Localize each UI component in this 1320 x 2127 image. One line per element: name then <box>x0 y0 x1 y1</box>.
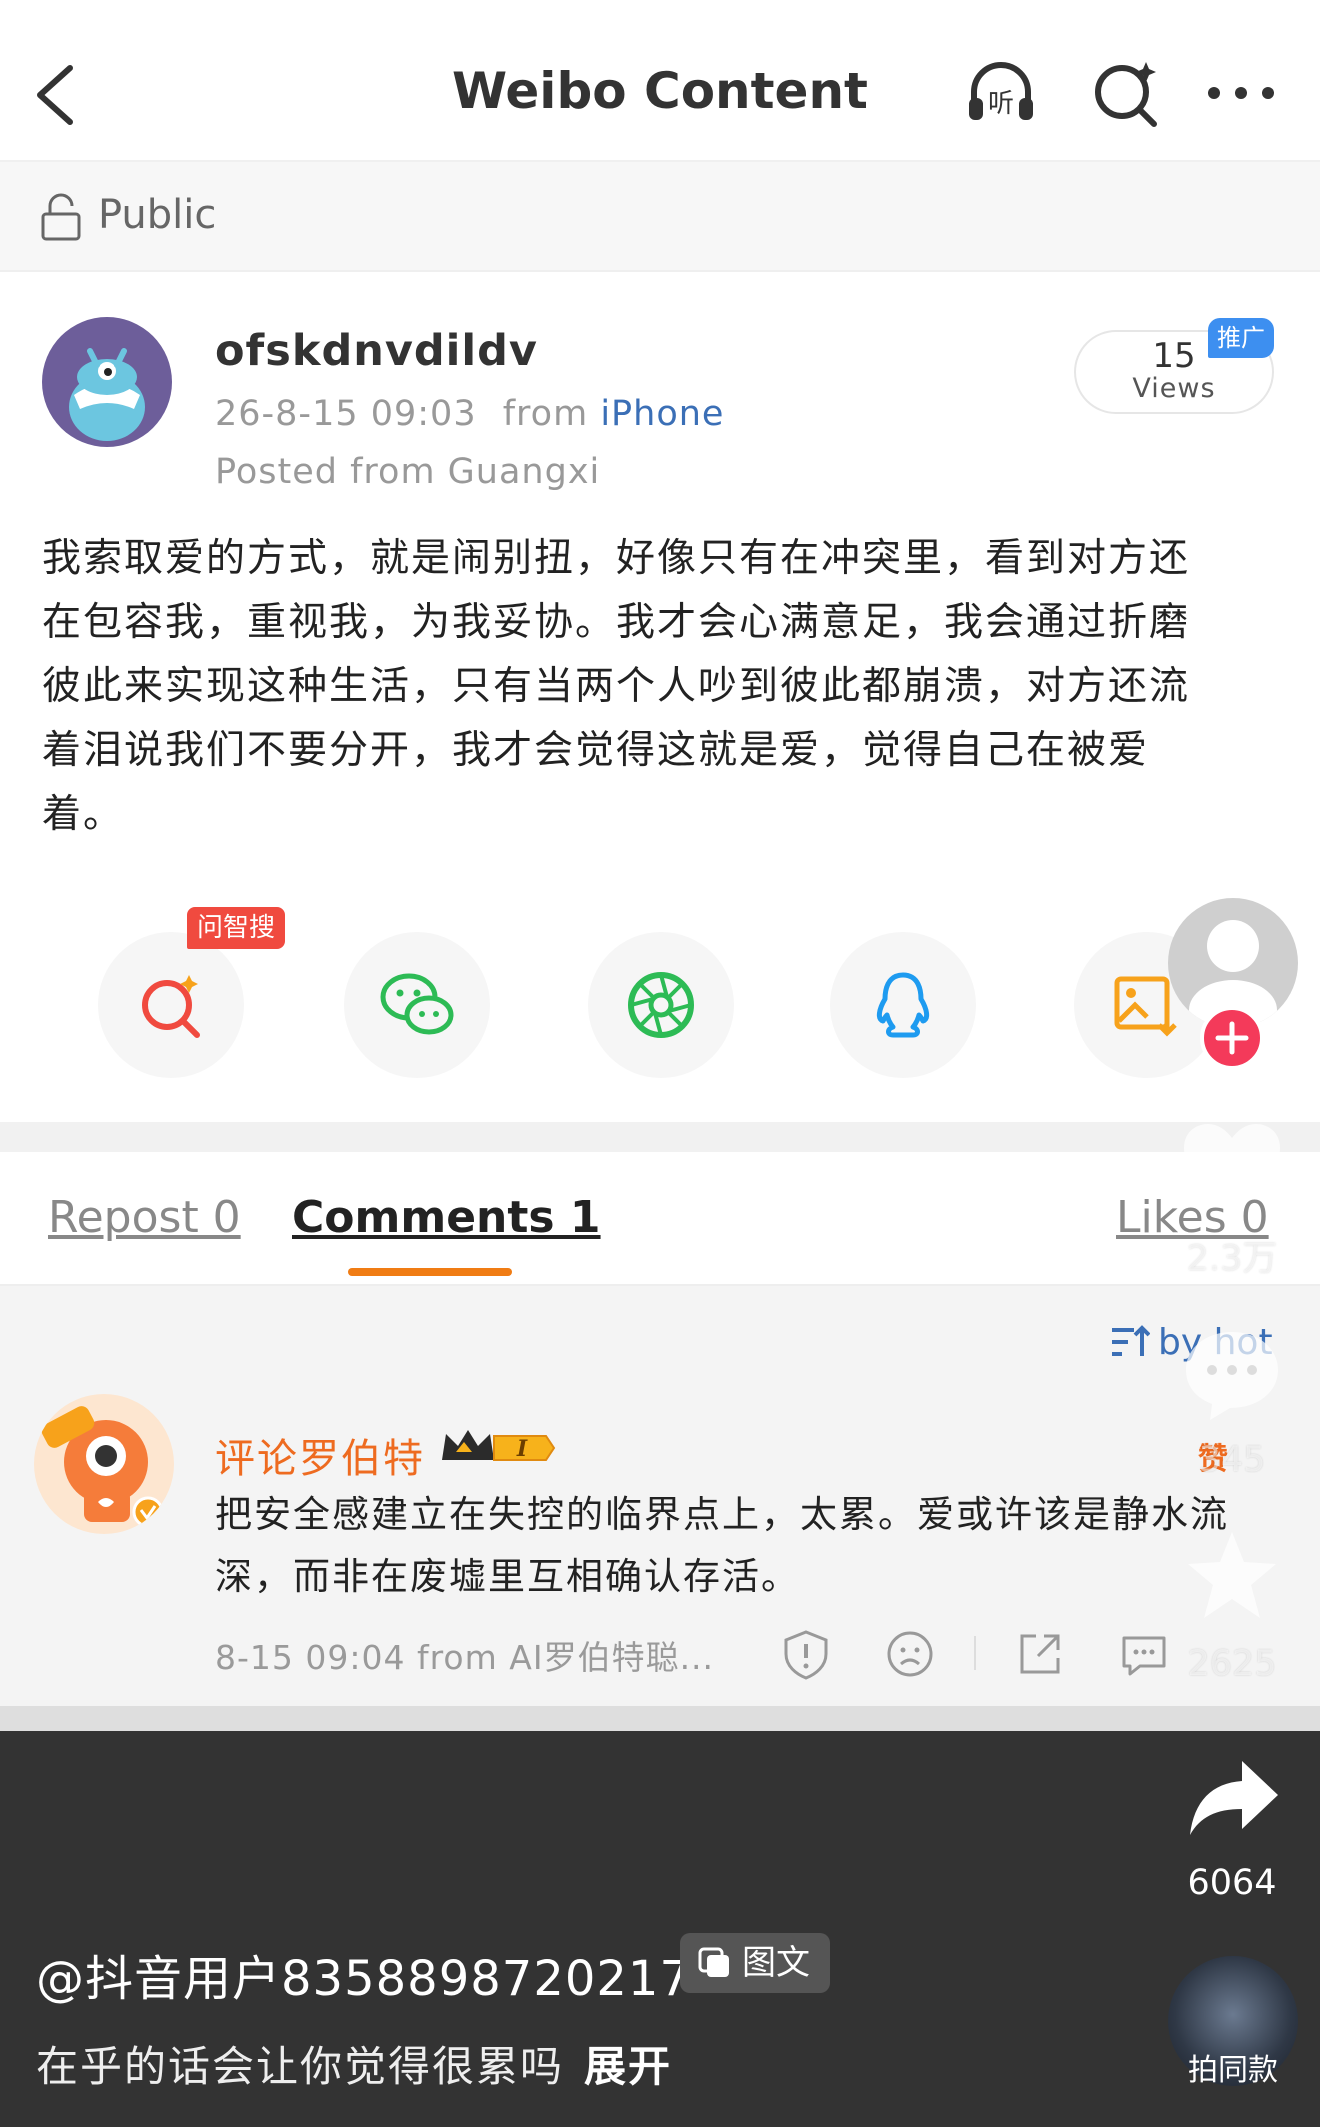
vip-level-badge-icon: I <box>442 1430 556 1462</box>
post-username[interactable]: ofskdnvdildv <box>215 326 538 376</box>
post-content-line: 彼此来实现这种生活，只有当两个人吵到彼此都崩溃，对方还流 <box>42 664 1191 709</box>
douyin-description: 在乎的话会让你觉得很累吗 展开 <box>36 2033 672 2094</box>
post-type-label: 图文 <box>742 1943 810 1983</box>
section-divider <box>0 1122 1320 1152</box>
douyin-overlay: 6064 @抖音用户8358898720217 图文 在乎的话会让你觉得很累吗展… <box>0 1731 1320 2127</box>
views-label: Views <box>1132 373 1216 404</box>
plus-icon <box>1215 1021 1249 1055</box>
share-ask-search-button[interactable] <box>98 932 244 1078</box>
vip-level: I <box>516 1436 528 1462</box>
post-time: 26-8-15 09:03 <box>215 394 477 434</box>
post-content-line: 着泪说我们不要分开，我才会觉得这就是爱，觉得自己在被爱 <box>42 728 1150 773</box>
monster-avatar-icon <box>69 348 145 441</box>
share-wechat-button[interactable] <box>344 932 490 1078</box>
more-icon[interactable] <box>1204 56 1278 130</box>
post-content: 我索取爱的方式，就是闹别扭，好像只有在冲突里，看到对方还 在包容我，重视我，为我… <box>42 527 1252 847</box>
moments-aperture-icon <box>628 972 694 1038</box>
action-separator <box>974 1636 976 1670</box>
like-heart-icon[interactable] <box>1180 1120 1284 1216</box>
promote-badge[interactable]: 推广 <box>1208 318 1274 358</box>
qq-penguin-icon <box>876 972 930 1038</box>
comment-avatar[interactable] <box>34 1394 174 1534</box>
follow-button[interactable] <box>1200 1006 1264 1070</box>
unlock-icon <box>41 193 81 241</box>
listen-headphones-icon[interactable]: 听 <box>964 56 1038 130</box>
share-comment-icon[interactable] <box>1012 1626 1068 1682</box>
ask-badge: 问智搜 <box>187 907 286 949</box>
active-tab-indicator <box>348 1268 512 1276</box>
visibility-label: Public <box>98 192 217 238</box>
share-qq-button[interactable] <box>830 932 976 1078</box>
post-card: ofskdnvdildv 26-8-15 09:03 from iPhone P… <box>0 272 1320 1122</box>
favorite-star-icon[interactable] <box>1180 1526 1284 1626</box>
share-row: 问智搜 <box>0 907 1320 1092</box>
dislike-face-icon[interactable] <box>882 1626 938 1682</box>
overlay-edge <box>0 1706 1320 1731</box>
comment-text: 把安全感建立在失控的临界点上，太累。爱或许该是静水流 深，而非在废墟里互相确认存… <box>215 1484 1255 1608</box>
comment-meta: 8-15 09:04 from AI罗伯特聪... <box>215 1638 715 1677</box>
search-sparkle-icon[interactable] <box>1090 56 1164 130</box>
post-source[interactable]: iPhone <box>600 394 724 434</box>
share-arrow-icon[interactable] <box>1186 1755 1282 1841</box>
comments-section: by hot 评论罗伯特 I 把安全感建立在失控的临界点上，太累。爱或许该是静水… <box>0 1286 1320 1731</box>
expand-link[interactable]: 展开 <box>584 2042 672 2091</box>
wechat-icon <box>380 973 454 1035</box>
post-tabs: Repost 0 Comments 1 Likes 0 <box>0 1152 1320 1286</box>
top-bar: Weibo Content 听 <box>0 0 1320 162</box>
visibility-row[interactable]: Public <box>0 162 1320 272</box>
share-count: 6064 <box>1187 1863 1277 1903</box>
douyin-username[interactable]: @抖音用户8358898720217 <box>36 1939 691 2009</box>
post-from: from <box>502 394 589 434</box>
share-moments-button[interactable] <box>588 932 734 1078</box>
comment-text-line: 把安全感建立在失控的临界点上，太累。爱或许该是静水流 <box>215 1493 1229 1536</box>
tab-repost[interactable]: Repost 0 <box>48 1192 241 1243</box>
post-content-line: 在包容我，重视我，为我妥协。我才会心满意足，我会通过折磨 <box>42 600 1191 645</box>
post-content-line: 着。 <box>42 792 125 837</box>
svg-text:听: 听 <box>988 89 1014 119</box>
image-post-icon <box>698 1947 729 1977</box>
post-location: Posted from Guangxi <box>215 452 601 492</box>
post-meta: 26-8-15 09:03 from iPhone <box>215 394 724 434</box>
tab-comments[interactable]: Comments 1 <box>292 1192 601 1243</box>
comment-count: 345 <box>1198 1440 1266 1480</box>
comment-author[interactable]: 评论罗伯特 <box>215 1426 425 1484</box>
sort-icon <box>1112 1325 1151 1356</box>
comment-bubble-icon[interactable] <box>1180 1326 1284 1426</box>
post-content-line: 我索取爱的方式，就是闹别扭，好像只有在冲突里，看到对方还 <box>42 536 1191 581</box>
ai-search-icon <box>142 975 200 1038</box>
post-type-tag[interactable]: 图文 <box>680 1933 830 1993</box>
report-icon[interactable] <box>778 1626 834 1682</box>
same-style-label[interactable]: 拍同款 <box>1168 2045 1298 2089</box>
favorite-count: 2625 <box>1187 1644 1277 1684</box>
user-avatar[interactable] <box>42 317 172 447</box>
robot-avatar-icon <box>41 1406 164 1528</box>
like-count: 2.3万 <box>1186 1239 1278 1279</box>
comment-text-line: 深，而非在废墟里互相确认存活。 <box>215 1555 800 1598</box>
description-text: 在乎的话会让你觉得很累吗 <box>36 2042 565 2091</box>
